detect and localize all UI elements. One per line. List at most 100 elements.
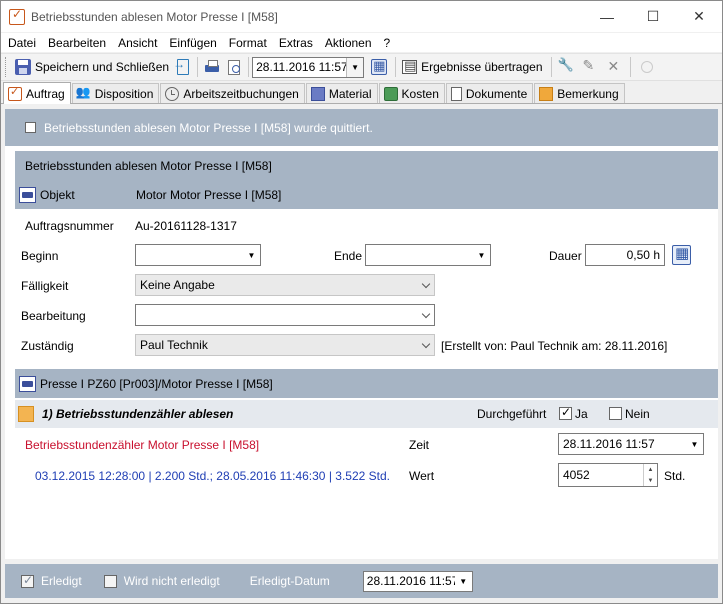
erledigt-checkbox[interactable]: [21, 573, 34, 588]
bearbeitung-select[interactable]: [135, 304, 435, 326]
machine-icon: [19, 186, 36, 203]
toolbar-grip[interactable]: [5, 57, 8, 77]
chevron-down-icon[interactable]: ▼: [473, 245, 490, 265]
menu-einfuegen[interactable]: Einfügen: [162, 36, 221, 50]
created-info: [Erstellt von: Paul Technik am: 28.11.20…: [441, 339, 668, 353]
tab-auftrag[interactable]: Auftrag: [3, 82, 71, 104]
dauer-value: 0,50 h: [626, 248, 660, 262]
schedule-button[interactable]: [634, 56, 656, 78]
wert-unit: Std.: [664, 469, 686, 483]
wert-label: Wert: [409, 469, 435, 483]
tab-material[interactable]: Material: [305, 83, 378, 103]
window-controls: — ☐ ✕: [584, 1, 722, 32]
dauer-field[interactable]: 0,50 h: [585, 244, 665, 266]
wert-value: 4052: [563, 468, 590, 482]
machine-header: Presse I PZ60 [Pr003]/Motor Presse I [M5…: [15, 369, 718, 398]
delete-button[interactable]: [603, 56, 625, 78]
document-icon: [450, 86, 462, 101]
chevron-down-icon[interactable]: ▼: [455, 572, 472, 591]
print-button[interactable]: [201, 56, 223, 78]
check-icon: ✓: [561, 405, 572, 419]
chevron-down-icon[interactable]: [417, 275, 434, 295]
ja-checkbox[interactable]: ✓: [559, 405, 572, 420]
toolbar-separator: [248, 57, 250, 77]
ende-label: Ende: [334, 249, 363, 263]
nein-checkbox[interactable]: [609, 407, 622, 420]
faelligkeit-value: Keine Angabe: [140, 278, 215, 292]
erledigt-datum-field[interactable]: 28.11.2016 11:57 ▼: [362, 570, 473, 592]
menu-help[interactable]: ?: [377, 36, 396, 50]
erledigt-datum-value: 28.11.2016 11:57: [366, 574, 455, 588]
maximize-button[interactable]: ☐: [630, 1, 676, 32]
wert-field[interactable]: 4052 ▲ ▼: [558, 463, 658, 487]
nicht-erledigt-label: Wird nicht erledigt: [123, 574, 220, 588]
nein-label: Nein: [625, 407, 650, 421]
toolbar-separator: [197, 57, 199, 77]
tab-kosten[interactable]: Kosten: [378, 83, 445, 103]
tab-dokumente[interactable]: Dokumente: [445, 83, 534, 103]
menu-datei[interactable]: Datei: [1, 36, 41, 50]
tab-arbeitszeitbuchungen[interactable]: Arbeitszeitbuchungen: [160, 83, 305, 103]
tab-label: Arbeitszeitbuchungen: [183, 86, 299, 101]
quit-checkbox[interactable]: [25, 122, 36, 133]
menu-ansicht[interactable]: Ansicht: [111, 36, 162, 50]
note-icon: [539, 86, 554, 101]
exit-button[interactable]: [173, 56, 192, 78]
save-close-label: Speichern und Schließen: [35, 60, 170, 74]
machine-title: Presse I PZ60 [Pr003]/Motor Presse I [M5…: [40, 376, 273, 391]
spin-down-icon[interactable]: ▼: [644, 475, 657, 486]
minimize-button[interactable]: —: [584, 1, 630, 32]
menu-extras[interactable]: Extras: [272, 36, 318, 50]
ende-field[interactable]: ▼: [365, 244, 491, 266]
menu-bearbeiten[interactable]: Bearbeiten: [41, 36, 111, 50]
zustaendig-value: Paul Technik: [140, 338, 208, 352]
printer-icon: [204, 59, 220, 75]
toolbar-date-combo[interactable]: 28.11.2016 11:57 ▼: [252, 56, 365, 78]
objekt-label: Objekt: [40, 187, 75, 202]
nicht-erledigt-checkbox[interactable]: [103, 574, 117, 588]
chevron-down-icon[interactable]: ▼: [686, 434, 703, 454]
wert-spinner[interactable]: ▲ ▼: [643, 464, 657, 486]
chevron-down-icon[interactable]: [417, 305, 434, 325]
calculator-icon: [371, 58, 388, 75]
save-icon: [15, 59, 31, 75]
machine-icon: [19, 375, 36, 392]
close-button[interactable]: ✕: [676, 1, 722, 32]
toolbar-date-value: 28.11.2016 11:57: [256, 60, 347, 74]
beginn-field[interactable]: ▼: [135, 244, 261, 266]
tab-label: Dokumente: [465, 86, 528, 101]
faelligkeit-select[interactable]: Keine Angabe: [135, 274, 435, 296]
tab-label: Material: [328, 86, 372, 101]
edit-button[interactable]: [579, 56, 601, 78]
zustaendig-select[interactable]: Paul Technik: [135, 334, 435, 356]
task-title: 1) Betriebsstundenzähler ablesen: [42, 407, 234, 421]
quit-notice-text: Betriebsstunden ablesen Motor Presse I […: [44, 120, 373, 135]
window-title: Betriebsstunden ablesen Motor Presse I […: [31, 9, 278, 24]
tools-button[interactable]: [555, 56, 577, 78]
objekt-value: Motor Motor Presse I [M58]: [136, 187, 282, 202]
print-preview-button[interactable]: [225, 56, 243, 78]
chevron-down-icon[interactable]: [417, 335, 434, 355]
ja-label: Ja: [575, 407, 588, 421]
menu-format[interactable]: Format: [222, 36, 272, 50]
toolbar-separator: [629, 57, 631, 77]
footer-bar: Erledigt Wird nicht erledigt Erledigt-Da…: [5, 564, 718, 598]
beginn-label: Beginn: [21, 249, 59, 263]
chevron-down-icon[interactable]: ▼: [346, 57, 364, 77]
quit-notice-bar: Betriebsstunden ablesen Motor Presse I […: [5, 109, 718, 146]
zeit-field[interactable]: 28.11.2016 11:57 ▼: [558, 433, 704, 455]
zeit-label: Zeit: [409, 438, 430, 452]
tab-bemerkung[interactable]: Bemerkung: [534, 83, 625, 103]
tab-disposition[interactable]: Disposition: [71, 83, 160, 103]
save-close-button[interactable]: Speichern und Schließen: [12, 56, 172, 78]
calculator-icon[interactable]: [672, 244, 691, 265]
calculator-button[interactable]: [368, 56, 390, 78]
dauer-label: Dauer: [549, 249, 582, 263]
transfer-results-button[interactable]: Ergebnisse übertragen: [399, 56, 545, 78]
menu-aktionen[interactable]: Aktionen: [318, 36, 377, 50]
spin-up-icon[interactable]: ▲: [644, 464, 657, 475]
chevron-down-icon[interactable]: ▼: [243, 245, 260, 265]
tab-label: Bemerkung: [557, 86, 619, 101]
faelligkeit-label: Fälligkeit: [21, 279, 69, 293]
people-icon: [76, 85, 91, 101]
